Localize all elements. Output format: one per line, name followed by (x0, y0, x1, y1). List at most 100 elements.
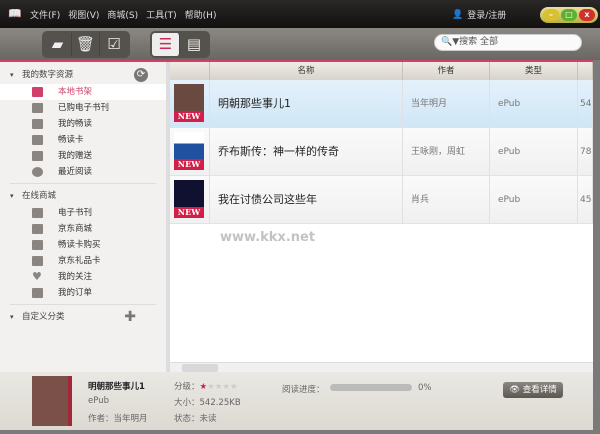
item-label: 本地书架 (58, 87, 93, 97)
scrollbar-thumb[interactable] (182, 364, 218, 372)
item-label: 我的赠送 (58, 151, 93, 161)
book-type: ePub (490, 80, 578, 127)
title-bar: 📖 文件(F) 视图(V) 商城(S) 工具(T) 帮助(H) 👤 登录/注册 –… (0, 0, 600, 28)
item-label: 已购电子书刊 (58, 103, 110, 113)
book-cover: NEW (174, 84, 204, 122)
detail-format: ePub (88, 396, 109, 406)
item-label: 我的订单 (58, 288, 93, 298)
refresh-icon[interactable]: ⟳ (134, 68, 148, 82)
book-author: 肖兵 (403, 176, 490, 223)
list-view-button[interactable]: ☰ (152, 33, 180, 56)
order-icon (32, 288, 43, 298)
search-input[interactable]: 🔍▼搜索 全部 (434, 34, 582, 51)
col-author[interactable]: 作者 (403, 62, 490, 80)
book-size: 54 (578, 80, 593, 127)
add-icon[interactable]: ✚ (124, 308, 136, 326)
col-type[interactable]: 类型 (490, 62, 578, 80)
close-button[interactable]: x (579, 9, 595, 21)
rating-stars[interactable]: ★★★★★ (200, 382, 238, 392)
book-icon (32, 87, 43, 97)
new-badge: NEW (174, 159, 204, 170)
table-header: 名称 作者 类型 (170, 62, 593, 80)
new-badge: NEW (174, 111, 204, 122)
delete-button[interactable]: 🗑 (72, 33, 100, 56)
select-button[interactable]: ☑ (100, 33, 128, 56)
menu-tools[interactable]: 工具(T) (146, 8, 177, 21)
table-row[interactable]: NEW 乔布斯传：神一样的传奇 王咏刚，周虹 ePub 78 (170, 128, 593, 176)
section-label: 我的数字资源 (22, 70, 74, 80)
section-label: 在线商城 (22, 191, 57, 201)
col-name[interactable]: 名称 (210, 62, 403, 80)
sidebar-item-gifts[interactable]: 我的赠送 (0, 148, 166, 164)
heart-icon: ♥ (32, 270, 42, 283)
open-book-icon (32, 119, 43, 129)
book-title: 我在讨债公司这些年 (210, 176, 403, 223)
maximize-button[interactable]: □ (561, 9, 577, 21)
section-label: 自定义分类 (22, 312, 65, 322)
book-author: 当年明月 (403, 80, 490, 127)
progress-label: 阅读进度： (282, 385, 325, 395)
eye-icon: 👁 (509, 385, 523, 395)
sidebar-item-jd-mall[interactable]: 京东商城 (0, 221, 166, 237)
gift-card-icon (32, 256, 43, 266)
book-logo-icon: 📖 (8, 7, 22, 20)
item-label: 我的关注 (58, 272, 93, 282)
sidebar-item-local-shelf[interactable]: 本地书架 (0, 84, 166, 100)
sidebar-item-follows[interactable]: ♥ 我的关注 (0, 269, 166, 285)
user-icon: 👤 (452, 9, 464, 20)
rating-label: 分级： (174, 382, 200, 392)
building-icon (32, 224, 43, 234)
sidebar-item-buy-card[interactable]: 畅读卡购买 (0, 237, 166, 253)
bag-icon (32, 103, 43, 113)
mascot-icon (32, 240, 43, 250)
section-my-resources[interactable]: 我的数字资源 ⟳ (0, 66, 166, 84)
sidebar-item-orders[interactable]: 我的订单 (0, 285, 166, 301)
table-row[interactable]: NEW 明朝那些事儿1 当年明月 ePub 54 (170, 80, 593, 128)
book-type: ePub (490, 176, 578, 223)
login-button[interactable]: 👤 登录/注册 (452, 8, 507, 22)
item-label: 京东商城 (58, 224, 93, 234)
search-icon: 🔍 (441, 37, 453, 47)
sidebar-item-recent[interactable]: 最近阅读 (0, 164, 166, 180)
clock-icon (32, 167, 43, 177)
detail-status: 状态：未读 (174, 414, 217, 424)
menu-view[interactable]: 视图(V) (68, 8, 99, 21)
sidebar-item-reading-card[interactable]: 畅读卡 (0, 132, 166, 148)
sidebar-item-purchased[interactable]: 已购电子书刊 (0, 100, 166, 116)
item-label: 畅读卡购买 (58, 240, 101, 250)
sidebar-item-my-reading[interactable]: 我的畅读 (0, 116, 166, 132)
menu-help[interactable]: 帮助(H) (185, 8, 217, 21)
item-label: 畅读卡 (58, 135, 84, 145)
book-author: 王咏刚，周虹 (403, 128, 490, 175)
menu-file[interactable]: 文件(F) (30, 8, 60, 21)
view-details-button[interactable]: 👁 查看详情 (503, 382, 563, 398)
view-details-label: 查看详情 (522, 385, 557, 395)
detail-author: 作者：当年明月 (88, 414, 148, 424)
menu-bar: 文件(F) 视图(V) 商城(S) 工具(T) 帮助(H) (30, 8, 216, 21)
window-border (593, 60, 600, 434)
section-custom[interactable]: 自定义分类 ✚ (0, 308, 166, 326)
horizontal-scrollbar[interactable] (170, 362, 593, 372)
col-size[interactable] (578, 62, 593, 80)
item-label: 我的畅读 (58, 119, 93, 129)
menu-store[interactable]: 商城(S) (107, 8, 138, 21)
book-size: 45 (578, 176, 593, 223)
sidebar-item-ebooks[interactable]: 电子书刊 (0, 205, 166, 221)
col-cover (170, 62, 210, 80)
view-group: ☰ ▤ (150, 31, 210, 58)
window-controls: – □ x (540, 7, 598, 23)
sidebar-item-gift-card[interactable]: 京东礼品卡 (0, 253, 166, 269)
folder-view-button[interactable]: ▤ (180, 33, 208, 56)
progress-value: 0% (418, 383, 432, 393)
section-online-store[interactable]: 在线商城 (0, 187, 166, 205)
book-cover: NEW (174, 132, 204, 170)
selected-book-cover (32, 376, 72, 426)
book-title: 乔布斯传：神一样的传奇 (210, 128, 403, 175)
minimize-button[interactable]: – (543, 9, 559, 21)
item-label: 京东礼品卡 (58, 256, 101, 266)
book-details-panel: 明朝那些事儿1 ePub 作者：当年明月 分级：★★★★★ 大小：542.25K… (0, 372, 593, 430)
item-label: 电子书刊 (58, 208, 93, 218)
open-folder-button[interactable]: ▰ (44, 33, 72, 56)
table-row[interactable]: NEW 我在讨债公司这些年 肖兵 ePub 45 (170, 176, 593, 224)
login-label: 登录/注册 (467, 11, 507, 21)
